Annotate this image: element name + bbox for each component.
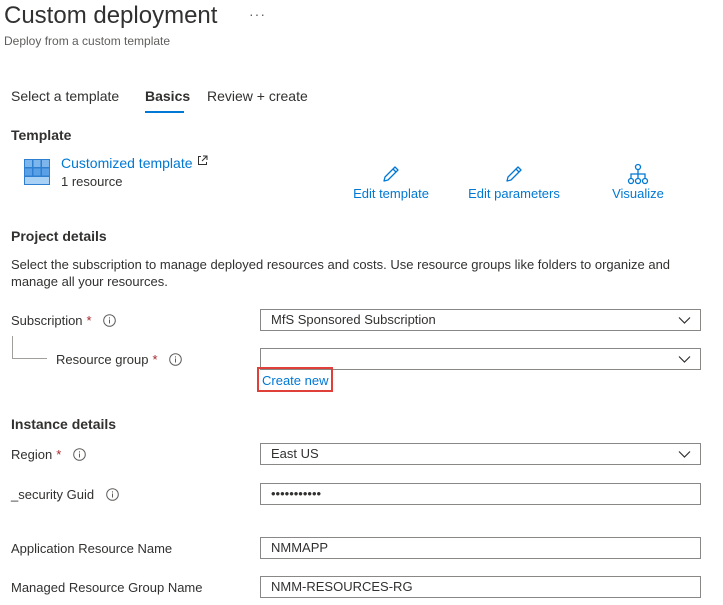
region-value: East US <box>271 446 319 461</box>
external-link-icon[interactable] <box>197 155 208 166</box>
region-dropdown[interactable]: East US <box>260 443 701 465</box>
edit-template-button[interactable]: Edit template <box>336 162 446 201</box>
edit-parameters-button[interactable]: Edit parameters <box>459 162 569 201</box>
tab-basics[interactable]: Basics <box>145 88 190 104</box>
application-resource-name-label: Application Resource Name <box>11 541 173 556</box>
info-icon[interactable] <box>73 448 86 461</box>
info-icon[interactable] <box>105 488 119 501</box>
security-guid-input[interactable]: ••••••••••• <box>260 483 701 505</box>
subscription-value: MfS Sponsored Subscription <box>271 312 436 327</box>
chevron-down-icon <box>678 451 691 458</box>
region-label: Region * <box>11 447 86 462</box>
page-subtitle: Deploy from a custom template <box>4 34 171 48</box>
application-resource-name-input[interactable]: NMMAPP <box>260 537 701 559</box>
tree-connector <box>12 336 47 359</box>
chevron-down-icon <box>678 356 691 363</box>
pencil-icon <box>506 166 522 182</box>
project-details-heading: Project details <box>11 228 107 244</box>
subscription-label: Subscription * <box>11 313 117 328</box>
page-title: Custom deployment <box>4 2 218 29</box>
required-marker: * <box>86 313 92 328</box>
edit-template-label: Edit template <box>353 186 429 201</box>
template-grid-icon <box>24 159 50 185</box>
template-section-heading: Template <box>11 127 72 143</box>
managed-resource-group-name-label: Managed Resource Group Name <box>11 580 203 595</box>
customized-template-link[interactable]: Customized template <box>61 155 193 171</box>
visualize-button[interactable]: Visualize <box>583 162 693 201</box>
edit-parameters-label: Edit parameters <box>468 186 560 201</box>
required-marker: * <box>152 352 158 367</box>
security-guid-label: _security Guid <box>11 487 119 502</box>
hierarchy-icon <box>627 163 649 185</box>
managed-resource-group-name-input[interactable]: NMM-RESOURCES-RG <box>260 576 701 598</box>
pencil-icon <box>383 166 399 182</box>
resource-group-label: Resource group * <box>56 352 182 367</box>
active-tab-indicator <box>145 111 184 113</box>
info-icon[interactable] <box>169 353 182 366</box>
instance-details-heading: Instance details <box>11 416 117 432</box>
tab-select-a-template[interactable]: Select a template <box>11 88 119 104</box>
more-options-icon[interactable]: ··· <box>249 6 266 22</box>
project-details-description: Select the subscription to manage deploy… <box>11 257 671 289</box>
visualize-label: Visualize <box>612 186 664 201</box>
create-new-link[interactable]: Create new <box>257 367 333 392</box>
chevron-down-icon <box>678 317 691 324</box>
tab-review-create[interactable]: Review + create <box>207 88 308 104</box>
required-marker: * <box>56 447 62 462</box>
info-icon[interactable] <box>103 314 117 327</box>
subscription-dropdown[interactable]: MfS Sponsored Subscription <box>260 309 701 331</box>
template-resource-count: 1 resource <box>61 174 123 189</box>
